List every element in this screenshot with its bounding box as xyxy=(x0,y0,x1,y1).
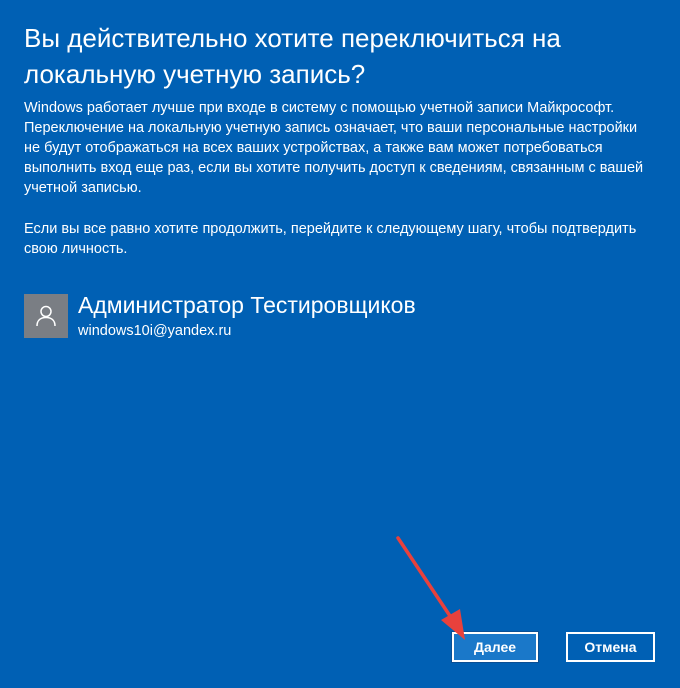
cancel-button[interactable]: Отмена xyxy=(566,632,655,662)
dialog-description: Windows работает лучше при входе в систе… xyxy=(24,100,644,196)
avatar xyxy=(24,294,68,338)
dialog-title: Вы действительно хотите переключиться на… xyxy=(24,23,561,89)
switch-account-dialog: Вы действительно хотите переключиться на… xyxy=(0,0,680,688)
next-button[interactable]: Далее xyxy=(451,631,539,663)
dialog-instruction: Если вы все равно хотите продолжить, пер… xyxy=(24,221,637,257)
account-name: Администратор Тестировщиков xyxy=(78,292,416,318)
person-icon xyxy=(36,305,56,327)
account-email: windows10i@yandex.ru xyxy=(78,323,232,339)
account-card: Администратор Тестировщиков windows10i@y… xyxy=(24,292,624,340)
